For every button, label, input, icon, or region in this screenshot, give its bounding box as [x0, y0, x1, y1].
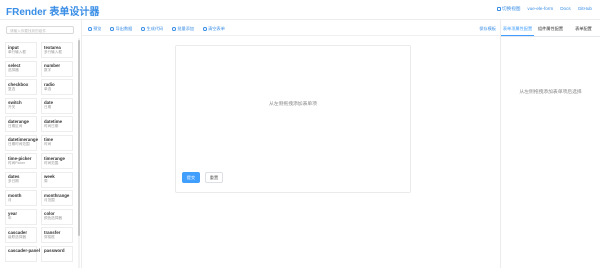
config-panel: 表单项属性配置 组件属性配置 表单配置 从左侧拖拽添加表单项后选择	[500, 20, 600, 268]
reset-button[interactable]: 重置	[205, 172, 223, 183]
component-item[interactable]: timerange 时间范围	[41, 153, 73, 169]
component-item[interactable]: radio 单选	[41, 79, 73, 95]
view-icon	[496, 6, 501, 11]
component-item-desc: 单行输入框	[8, 49, 26, 54]
batch-add-button[interactable]: 批量添加	[172, 26, 194, 32]
component-item[interactable]: week 周	[41, 171, 73, 188]
component-item-desc: 日期	[44, 105, 52, 109]
component-item[interactable]: date 日期	[41, 97, 73, 114]
toolbar-actions: 预览 导出数据 生成代码 批量添加 清空表单	[88, 26, 225, 32]
component-item-name: cascader-panel	[8, 248, 40, 253]
component-item[interactable]: textarea 多行输入框	[41, 42, 73, 58]
clear-icon	[203, 26, 207, 31]
export-data-button[interactable]: 导出数据	[110, 26, 132, 32]
switch-view-link[interactable]: 切换视图	[496, 6, 521, 12]
preview-button[interactable]: 预览	[88, 26, 101, 32]
tab-item-config[interactable]: 表单项属性配置	[501, 26, 534, 36]
component-item-desc: 月范围	[44, 197, 55, 202]
design-canvas: 从左侧拖拽添加表单项 提交 重置	[82, 36, 500, 268]
component-item[interactable]: number 数字	[41, 60, 73, 77]
component-item-desc: 数字	[44, 68, 52, 72]
component-item[interactable]: month 月	[5, 190, 37, 206]
config-hint: 从左侧拖拽添加表单项后选择	[519, 90, 582, 95]
component-item[interactable]: transfer 穿梭框	[41, 227, 73, 243]
batch-add-label: 批量添加	[177, 26, 195, 31]
vue-ele-form-link[interactable]: vue-ele-form	[527, 6, 553, 12]
component-item-desc: 颜色选择器	[44, 216, 62, 220]
component-item[interactable]: password	[41, 245, 73, 262]
component-item-desc: 年	[8, 216, 12, 220]
component-item-desc: 选择器	[8, 68, 19, 72]
component-item-desc: 时间范围	[44, 160, 59, 165]
export-icon	[110, 26, 115, 31]
component-item[interactable]: datetimerange 日期时间范围	[5, 134, 38, 151]
github-link[interactable]: GitHub	[578, 6, 592, 12]
component-item-desc: 多日期	[8, 179, 19, 183]
component-item-name: password	[44, 248, 65, 253]
component-item-desc: 月	[8, 197, 12, 202]
component-item[interactable]: switch 开关	[5, 97, 37, 114]
component-item-desc: 时间日期	[44, 123, 59, 128]
clear-form-button[interactable]: 清空表单	[203, 26, 225, 32]
export-label: 导出数据	[115, 26, 133, 31]
component-item[interactable]: time-picker 时间Picker	[5, 153, 37, 169]
designer-toolbar: 预览 导出数据 生成代码 批量添加 清空表单 保存模板	[82, 20, 500, 36]
clear-label: 清空表单	[208, 26, 225, 31]
preview-label: 预览	[93, 26, 102, 31]
save-template-button[interactable]: 保存模板	[479, 26, 496, 32]
component-item[interactable]: datetime 时间日期	[41, 116, 73, 132]
dropzone-hint: 从左侧拖拽添加表单项	[269, 102, 317, 107]
config-tabs: 表单项属性配置 组件属性配置 表单配置	[501, 26, 600, 37]
component-item-desc: 时间	[44, 142, 52, 146]
form-dropzone[interactable]: 从左侧拖拽添加表单项 提交 重置	[175, 45, 411, 193]
component-item[interactable]: monthrange 月范围	[41, 190, 73, 206]
tab-form-config[interactable]: 表单配置	[567, 26, 600, 36]
component-item-desc: 穿梭框	[44, 234, 55, 239]
top-links: 切换视图 vue-ele-form Docs GitHub	[496, 6, 592, 12]
component-search-input[interactable]: 请输入你要找到的组件	[6, 26, 74, 34]
component-item-desc: 单选	[44, 86, 52, 91]
component-item-desc: 开关	[8, 105, 16, 109]
component-item[interactable]: checkbox 复选	[5, 79, 37, 95]
component-item[interactable]: cascader-panel	[5, 245, 40, 262]
component-item[interactable]: select 选择器	[5, 60, 37, 77]
component-item-desc: 周	[44, 179, 48, 183]
switch-view-label: 切换视图	[502, 6, 521, 11]
component-item-desc: 多行输入框	[44, 49, 62, 54]
submit-button[interactable]: 提交	[182, 172, 200, 183]
add-icon	[172, 26, 176, 31]
component-item-name: monthrange	[44, 192, 70, 198]
component-item[interactable]: input 单行输入框	[5, 42, 37, 58]
app-logo[interactable]: FRender 表单设计器	[6, 3, 99, 18]
tab-component-config[interactable]: 组件属性配置	[534, 26, 567, 36]
component-sidebar: 请输入你要找到的组件 input 单行输入框 textarea 多行输入框 select…	[0, 20, 82, 268]
component-item[interactable]: daterange 日期区间	[5, 116, 37, 132]
preview-icon	[88, 26, 92, 31]
component-item-desc: 日期时间范围	[8, 142, 30, 146]
component-item-desc: 日期区间	[8, 123, 23, 128]
app-header: FRender 表单设计器 切换视图 vue-ele-form Docs Git…	[0, 0, 600, 20]
component-item[interactable]: color 颜色选择器	[41, 208, 73, 225]
component-item[interactable]: dates 多日期	[5, 171, 37, 188]
component-item[interactable]: year 年	[5, 208, 37, 225]
code-label: 生成代码	[146, 26, 164, 31]
docs-link[interactable]: Docs	[560, 6, 570, 12]
component-item[interactable]: cascader 级联选择器	[5, 227, 37, 243]
component-item-desc: 时间Picker	[8, 160, 26, 165]
generate-code-button[interactable]: 生成代码	[141, 26, 163, 32]
component-item[interactable]: time 时间	[41, 134, 73, 151]
component-item-desc: 级联选择器	[8, 234, 26, 239]
code-icon	[141, 26, 145, 31]
component-item-desc: 复选	[8, 86, 16, 91]
